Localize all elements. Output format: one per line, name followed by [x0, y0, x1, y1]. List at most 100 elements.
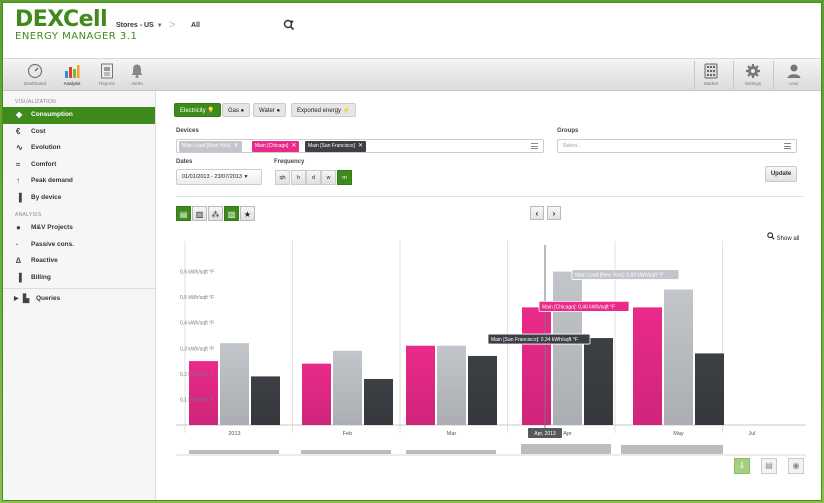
sidebar-item-passive-cons[interactable]: ∙ Passive cons.: [3, 237, 155, 254]
flame-icon: ♠: [240, 108, 244, 114]
toolbar-dashboard[interactable]: Dashboard: [18, 59, 52, 91]
star-icon: ★: [243, 210, 252, 219]
devices-label: Devices: [176, 128, 199, 134]
sidebar-item-evolution[interactable]: ∿ Evolution: [3, 140, 155, 157]
degree-days-icon: ⁂: [211, 210, 220, 219]
date-range-selector[interactable]: 01/01/2013 - 23/07/2013 ▼: [176, 169, 262, 185]
list-icon[interactable]: [784, 143, 791, 149]
toolbar-divider: [733, 61, 734, 89]
navigator-bar: [189, 450, 279, 454]
caret-right-icon: ▶: [14, 296, 19, 302]
frequency-w[interactable]: w: [321, 170, 336, 185]
sidebar-item-label: Comfort: [31, 160, 57, 168]
camera-icon[interactable]: ◉: [788, 458, 804, 474]
export-chart-icon[interactable]: ⇩: [734, 458, 750, 474]
consumption-chart[interactable]: 0,1 kWh/sqft °F 0,2 kWh/sqft °F 0,3 kWh/sq…: [156, 241, 822, 501]
sidebar-item-mv-projects[interactable]: ● M&V Projects: [3, 220, 155, 237]
previous-period-button[interactable]: ‹: [530, 206, 544, 220]
scope-selector[interactable]: All: [191, 22, 200, 29]
sidebar-item-label: M&V Projects: [31, 224, 73, 231]
sidebar-item-by-device[interactable]: ▐ By device: [3, 190, 155, 207]
tab-label: Electricity: [180, 108, 206, 114]
toolbar-market[interactable]: Market: [694, 59, 728, 91]
groups-placeholder: Select...: [563, 143, 582, 149]
toolbar-alerts[interactable]: Alerts: [120, 59, 154, 91]
device-chip[interactable]: Main [Chicago] ✕: [252, 141, 300, 152]
tab-exported-energy[interactable]: Exported energy ⚡: [291, 103, 357, 117]
sidebar-item-reactive[interactable]: ∆ Reactive: [3, 253, 155, 270]
toolbar-analysis[interactable]: Analysis: [55, 59, 89, 91]
toolbar-reports[interactable]: Reports: [90, 59, 124, 91]
sidebar-item-peak-demand[interactable]: ↑ Peak demand: [3, 173, 155, 190]
close-icon[interactable]: ✕: [358, 143, 363, 149]
degree-days-button[interactable]: ⁂: [208, 206, 223, 221]
store-selector-label: Stores - US: [116, 22, 154, 29]
x-tick-label: Mar: [447, 431, 457, 437]
toolbar-settings[interactable]: Settings: [736, 59, 770, 91]
tab-gas[interactable]: Gas ♠: [222, 103, 250, 117]
device-chip[interactable]: Main [San Francisco] ✕: [305, 141, 366, 152]
sidebar-section-visualization: VISUALIZATION: [15, 99, 57, 105]
search-add-icon[interactable]: [283, 19, 295, 34]
sidebar-item-queries[interactable]: ▶ ▙ Queries: [3, 291, 155, 308]
logo-sub: ENERGY MANAGER 3.1: [15, 31, 138, 42]
sidebar-item-label: Consumption: [31, 111, 73, 118]
sidebar-item-comfort[interactable]: ≈ Comfort: [3, 157, 155, 174]
tab-water[interactable]: Water ●: [253, 103, 287, 117]
queries-icon: ▙: [23, 294, 30, 303]
close-icon[interactable]: ✕: [234, 143, 239, 149]
chevron-left-icon: ‹: [535, 209, 539, 218]
y-tick-label: 0,5 kWh/sqft °F: [180, 295, 214, 301]
chart-bar-shade: [468, 355, 497, 425]
frequency-d[interactable]: d: [306, 170, 321, 185]
bar-view-button[interactable]: ▤: [176, 206, 191, 221]
reactive-icon: ∆: [16, 256, 21, 265]
groups-input[interactable]: Select...: [557, 139, 797, 153]
cost-icon: €: [16, 126, 21, 136]
table-view-button[interactable]: ▥: [192, 206, 207, 221]
piggy-bank-icon: ●: [16, 223, 21, 232]
report-icon: [99, 63, 115, 79]
sidebar-item-billing[interactable]: ▐ Billing: [3, 270, 155, 287]
frequency-h[interactable]: h: [291, 170, 306, 185]
toolbar-settings-label: Settings: [744, 81, 762, 86]
chevron-down-icon: ▼: [243, 174, 249, 180]
devices-input[interactable]: Main Load [New York] ✕ Main [Chicago] ✕ Ma…: [176, 139, 544, 153]
chart-bar-shade: [522, 307, 551, 425]
billing-icon: ▐: [16, 272, 22, 282]
sidebar-divider: [3, 288, 155, 289]
tab-label: Gas: [228, 108, 240, 114]
store-selector[interactable]: Stores - US ▼: [116, 22, 163, 29]
frequency-qh[interactable]: qh: [275, 170, 290, 185]
toolbar-analysis-label: Analysis: [63, 81, 81, 86]
next-period-button[interactable]: ›: [547, 206, 561, 220]
chart-bar-shade: [302, 363, 331, 425]
by-device-icon: ▐: [16, 192, 22, 202]
export-icon: ⚡: [342, 108, 351, 114]
toolbar-market-label: Market: [704, 81, 718, 86]
chart-bar-shade: [220, 343, 249, 425]
device-chip-label: Main Load [New York]: [182, 143, 231, 149]
navigator-bar: [521, 444, 611, 454]
favorite-button[interactable]: ★: [240, 206, 255, 221]
toolbar-user[interactable]: User: [777, 59, 811, 91]
export-pdf-icon[interactable]: ▤: [761, 458, 777, 474]
sidebar-item-label: Reactive: [31, 257, 58, 264]
normalize-button[interactable]: ▧: [224, 206, 239, 221]
user-icon: [786, 63, 802, 79]
normalize-icon: ▧: [227, 210, 236, 219]
sidebar-item-label: By device: [31, 193, 62, 201]
tab-electricity[interactable]: Electricity 💡: [174, 103, 221, 117]
evolution-icon: ∿: [16, 143, 23, 152]
frequency-m[interactable]: m: [337, 170, 352, 185]
x-tick-label: Jul: [748, 431, 755, 437]
sidebar-item-cost[interactable]: € Cost: [3, 124, 155, 141]
bar-view-icon: ▤: [179, 210, 188, 219]
list-icon[interactable]: [531, 143, 538, 149]
chart-bar-shade: [333, 350, 362, 425]
update-button[interactable]: Update: [765, 166, 797, 182]
navigator-bar: [301, 450, 391, 454]
close-icon[interactable]: ✕: [291, 143, 296, 149]
device-chip[interactable]: Main Load [New York] ✕: [179, 141, 242, 152]
sidebar-item-consumption[interactable]: ◆ Consumption: [3, 107, 155, 124]
